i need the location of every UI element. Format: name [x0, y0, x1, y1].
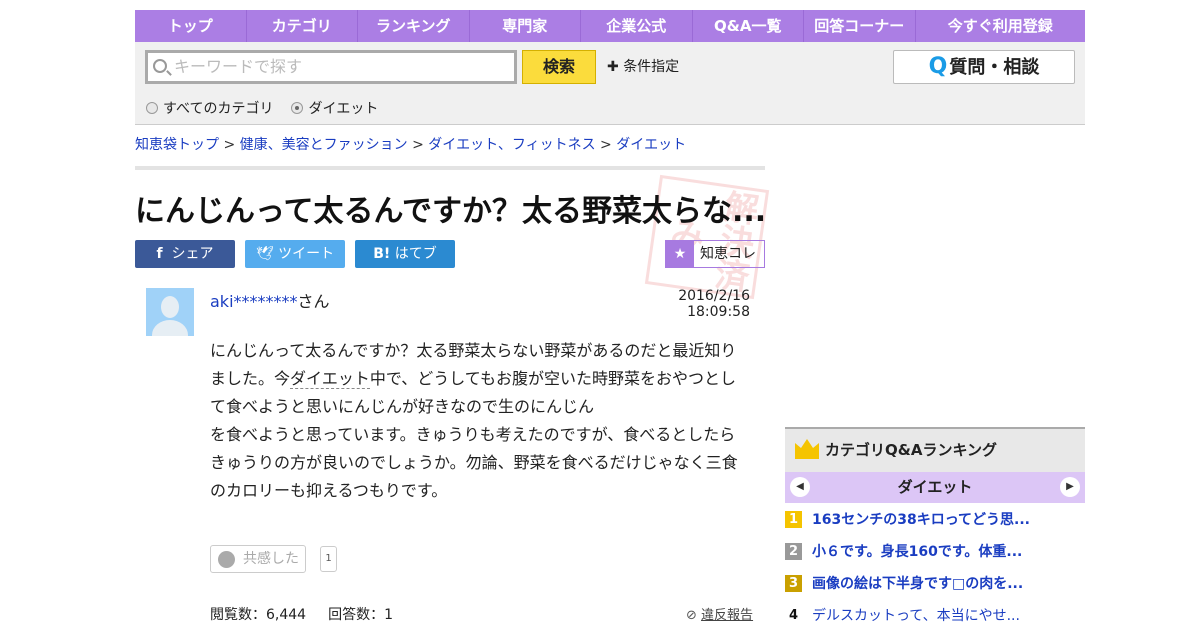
global-nav: トップ カテゴリ ランキング 専門家 企業公式 Q&A一覧 回答コーナー 今すぐ… [135, 10, 1085, 42]
category-ranking: カテゴリQ&Aランキング ◀ ダイエット ▶ 1 163センチの38キロってどう思..… [785, 427, 1085, 631]
rank-badge: 2 [785, 542, 802, 560]
hatena-button[interactable]: B! はてブ [355, 240, 455, 268]
prohibited-icon: ⊘ [686, 608, 697, 623]
ranking-item[interactable]: 1 163センチの38キロってどう思... [785, 503, 1085, 535]
empathy-button[interactable]: 共感した [210, 545, 306, 573]
question-body: にんじんって太るんですか？太る野菜太らない野菜があるのだと最近知りました。今ダイ… [210, 337, 750, 505]
scope-diet-radio[interactable]: ダイエット [291, 98, 378, 118]
share-label: ツイート [278, 246, 335, 262]
empathy-count: 1 [320, 546, 337, 572]
view-count: 閲覧数：6,444 [210, 607, 307, 623]
search-button[interactable]: 検索 [522, 50, 596, 84]
nav-register[interactable]: 今すぐ利用登録 [916, 10, 1086, 42]
chiecole-label: 知恵コレ [700, 246, 756, 262]
body-text: を食べようと思っています。きゅうりも考えたのですが、食べるとしたらきゅうりの方が… [210, 425, 738, 500]
keyword-link[interactable]: ダイエット [290, 369, 370, 389]
search-icon [153, 59, 167, 73]
smile-icon [218, 551, 235, 568]
scope-label: ダイエット [308, 101, 379, 117]
ask-question-button[interactable]: Q 質問・相談 [893, 50, 1075, 84]
avatar [146, 288, 194, 336]
ranking-link[interactable]: 163センチの38キロってどう思... [812, 509, 1030, 529]
ranking-title: カテゴリQ&Aランキング [825, 441, 997, 459]
ranking-link[interactable]: 小６です。身長160です。体重... [812, 541, 1022, 561]
scope-all-radio[interactable]: すべてのカテゴリ [146, 98, 273, 118]
chiecole-button[interactable]: ★ 知恵コレ [665, 240, 765, 268]
nav-top[interactable]: トップ [135, 10, 247, 42]
share-label: シェア [171, 246, 214, 262]
ranking-link[interactable]: 画像の絵は下半身です□の肉を... [812, 573, 1023, 593]
q-icon: Q [928, 54, 948, 79]
divider [135, 166, 765, 170]
nav-ranking[interactable]: ランキング [358, 10, 470, 42]
share-label: はてブ [394, 246, 437, 262]
user-link[interactable]: aki******** [210, 292, 298, 311]
nav-answer-corner[interactable]: 回答コーナー [804, 10, 916, 42]
nav-category[interactable]: カテゴリ [247, 10, 358, 42]
rank-badge: 3 [785, 574, 802, 592]
search-placeholder: キーワードで探す [174, 57, 303, 76]
rank-badge: 4 [788, 607, 799, 623]
answer-count: 回答数：1 [328, 607, 394, 623]
prev-arrow-icon[interactable]: ◀ [790, 477, 810, 497]
report-link[interactable]: ⊘ 違反報告 [686, 604, 753, 623]
tweet-button[interactable]: 🕊 ツイート [245, 240, 345, 268]
post-date: 2016/2/16 18:09:58 [678, 288, 750, 320]
ranking-link[interactable]: デルスカットって、本当にやせ... [812, 605, 1020, 625]
empathy-label: 共感した [243, 551, 299, 567]
questioner: aki********さん [210, 288, 330, 312]
radio-checked-icon [291, 102, 304, 114]
facebook-icon: f [156, 246, 163, 262]
ranking-item[interactable]: 4 デルスカットって、本当にやせ... [785, 599, 1085, 631]
twitter-icon: 🕊 [255, 246, 274, 262]
search-input[interactable]: キーワードで探す [145, 50, 517, 84]
radio-icon [146, 102, 158, 114]
breadcrumb: 知恵袋トップ > 健康、美容とファッション > ダイエット、フィットネス > ダ… [135, 137, 687, 153]
ask-label: 質問・相談 [949, 57, 1040, 78]
plus-icon: ✚ [607, 59, 619, 75]
star-icon: ★ [666, 241, 694, 267]
breadcrumb-link[interactable]: ダイエット、フィットネス [428, 137, 595, 153]
nav-experts[interactable]: 専門家 [470, 10, 581, 42]
hatena-icon: B! [373, 246, 391, 262]
breadcrumb-link[interactable]: 健康、美容とファッション [240, 137, 408, 153]
ranking-item[interactable]: 3 画像の絵は下半身です□の肉を... [785, 567, 1085, 599]
crown-icon [795, 439, 819, 459]
conditions-label: 条件指定 [623, 59, 680, 75]
breadcrumb-link[interactable]: ダイエット [616, 137, 686, 153]
question-title: にんじんって太るんですか？太る野菜太らな... [135, 194, 767, 229]
facebook-share-button[interactable]: f シェア [135, 240, 235, 268]
nav-qa-list[interactable]: Q&A一覧 [693, 10, 804, 42]
user-suffix: さん [297, 292, 330, 311]
rank-badge: 1 [785, 510, 802, 528]
nav-official[interactable]: 企業公式 [581, 10, 693, 42]
search-bar: キーワードで探す 検索 ✚ 条件指定 Q 質問・相談 すべてのカテゴリ ダイエット [135, 42, 1085, 125]
ranking-item[interactable]: 2 小６です。身長160です。体重... [785, 535, 1085, 567]
report-label: 違反報告 [701, 608, 754, 623]
breadcrumb-link[interactable]: 知恵袋トップ [135, 137, 219, 153]
conditions-link[interactable]: ✚ 条件指定 [607, 56, 679, 76]
ranking-category: ダイエット [897, 478, 973, 496]
question-stats: 閲覧数：6,444 回答数：1 [210, 604, 415, 624]
scope-label: すべてのカテゴリ [163, 101, 274, 117]
next-arrow-icon[interactable]: ▶ [1060, 477, 1080, 497]
